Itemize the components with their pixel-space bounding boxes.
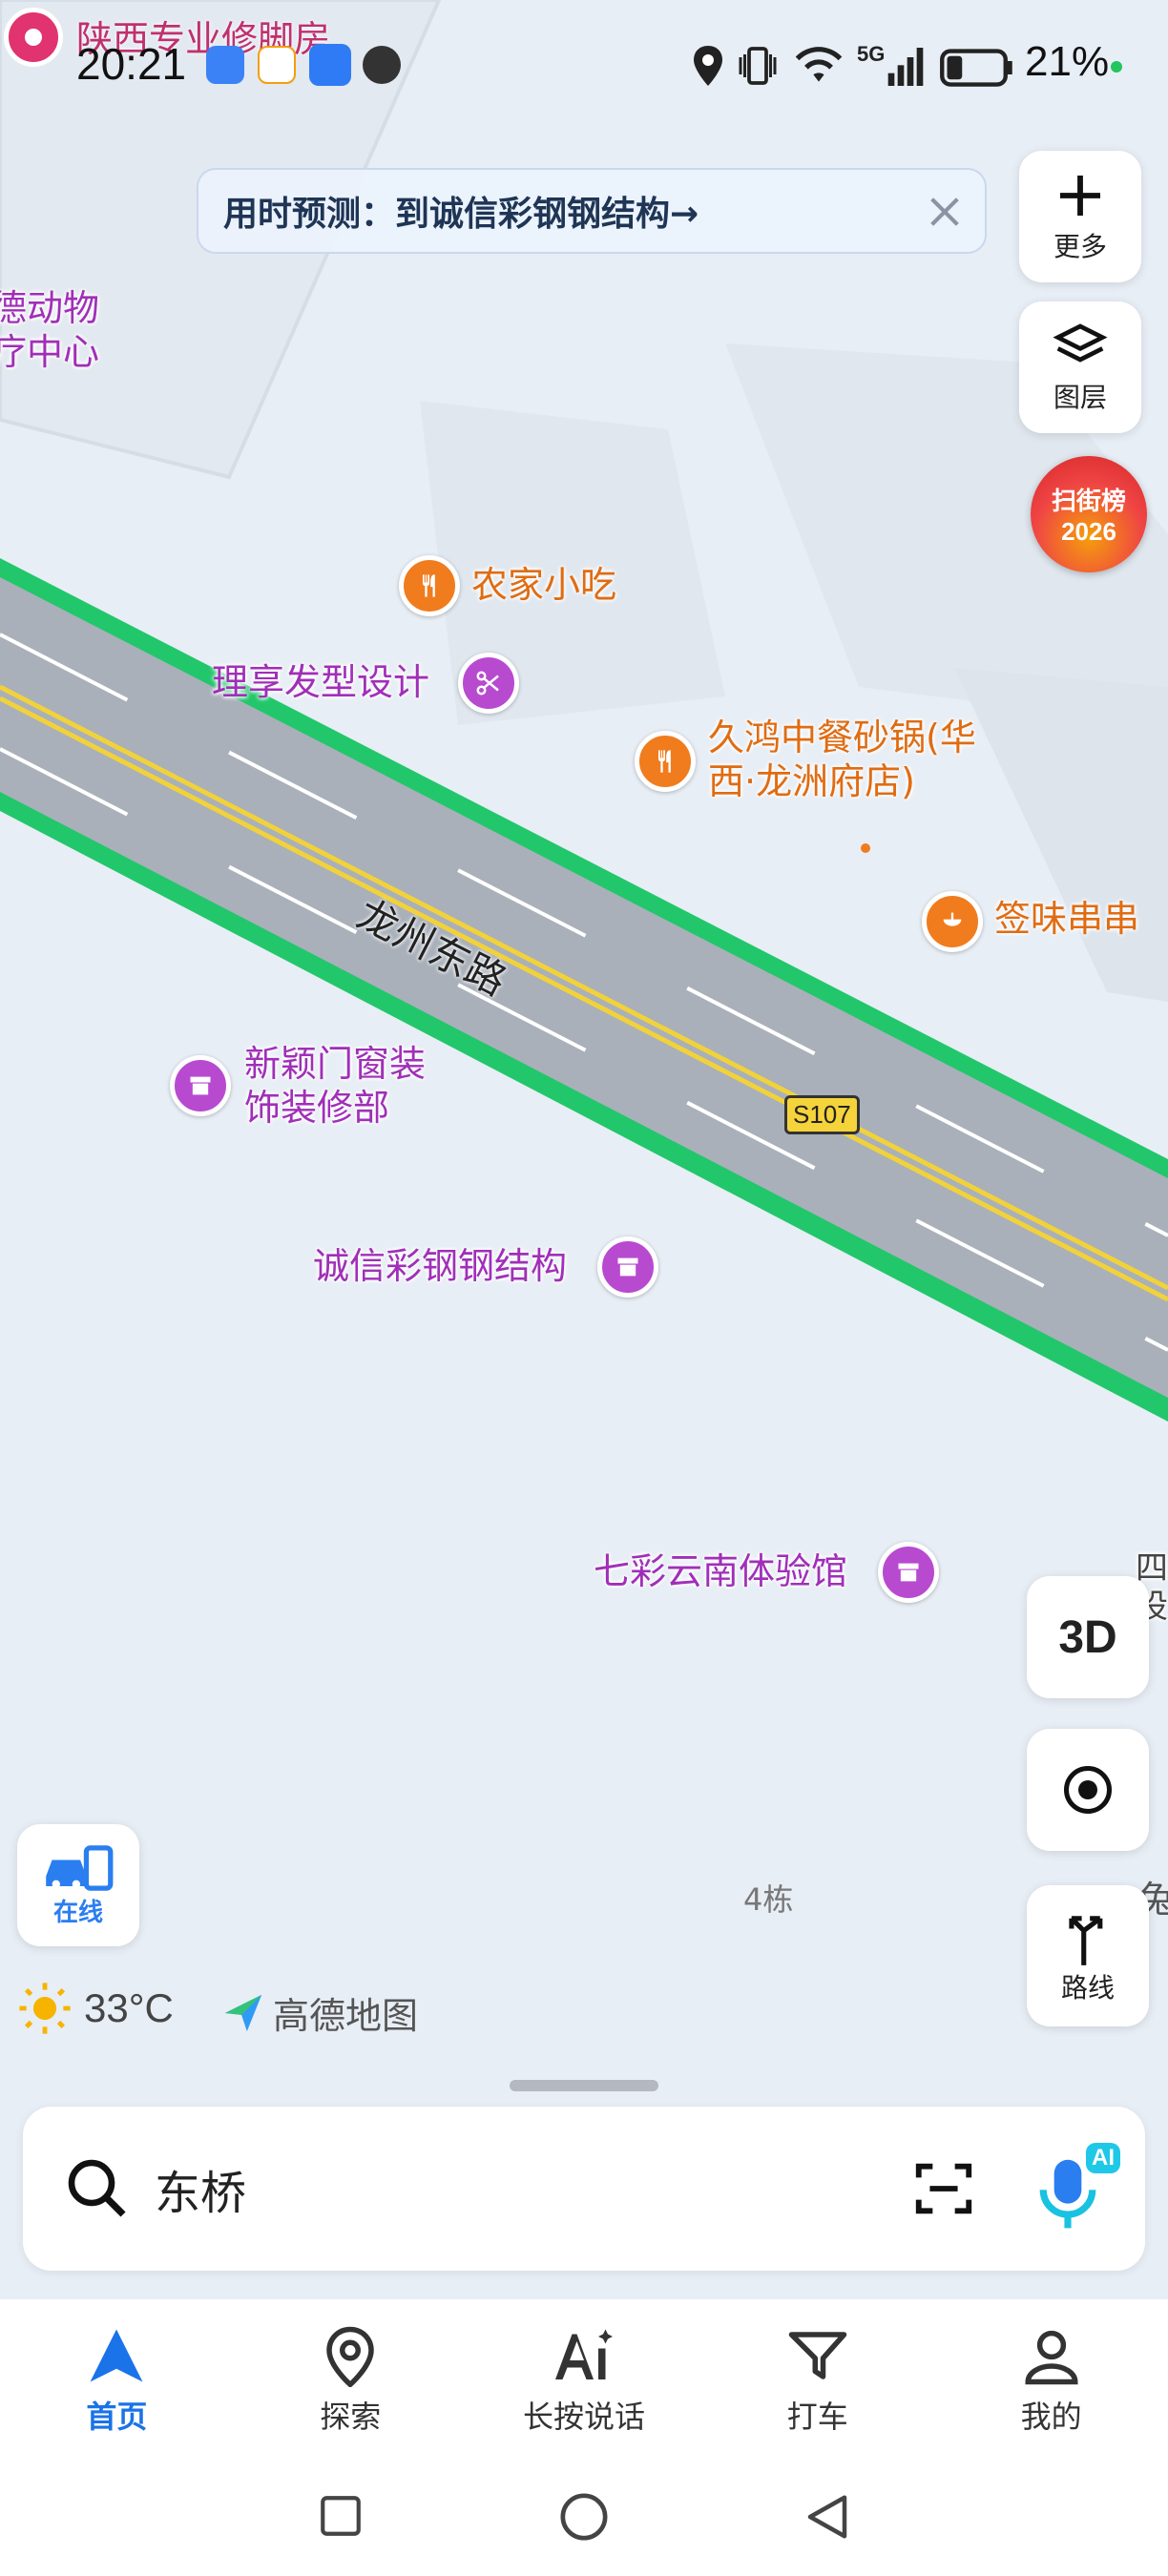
shop-icon[interactable] <box>597 1236 658 1298</box>
wifi-icon <box>795 47 843 82</box>
plus-icon <box>1060 176 1100 216</box>
status-time: 20:21 <box>76 39 187 89</box>
data-transfer-icon <box>363 46 401 84</box>
more-label: 更多 <box>1053 231 1107 262</box>
map-canvas[interactable]: 德动物 疗中心 龙州东路 S107 农家小吃 理享发型设计 久鸿中餐砂锅(华 西… <box>0 0 1168 2299</box>
ranking-year: 2026 <box>1061 517 1116 546</box>
sheet-drag-handle[interactable] <box>510 2080 658 2091</box>
route-prediction-text: 用时预测：到诚信彩钢钢结构→ <box>223 195 699 234</box>
building-label: 4栋 <box>743 1881 794 1918</box>
skewer-icon[interactable] <box>922 891 983 952</box>
status-dot <box>1111 61 1122 73</box>
tab-label: 首页 <box>86 2399 148 2435</box>
poi-label[interactable]: 七彩云南体验馆 <box>594 1549 847 1593</box>
taxi-flag-icon <box>788 2332 847 2379</box>
user-icon <box>1025 2330 1078 2385</box>
search-input[interactable]: 东桥 <box>155 2155 910 2222</box>
tab-label: 探索 <box>320 2399 382 2435</box>
street-ranking-button[interactable]: 扫街榜 2026 <box>1031 456 1147 572</box>
poi-label[interactable]: 久鸿中餐砂锅(华 西·龙洲府店) <box>708 716 976 803</box>
poi-label[interactable]: 诚信彩钢钢结构 <box>313 1244 567 1288</box>
network-type: 5G <box>857 42 886 66</box>
home-circle-icon[interactable] <box>557 2490 611 2544</box>
tab-profile[interactable]: 我的 <box>934 2299 1168 2462</box>
brand-logo: 高德地图 <box>221 1986 418 2039</box>
restaurant-icon[interactable] <box>635 731 696 792</box>
route-icon <box>1069 1916 1103 1965</box>
search-bar[interactable]: 东桥 AI <box>23 2107 1145 2271</box>
ai-voice-button[interactable]: AI <box>1034 2143 1120 2234</box>
temperature: 33°C <box>84 1985 174 2030</box>
3d-toggle-button[interactable]: 3D <box>1027 1576 1149 1698</box>
tab-taxi[interactable]: 打车 <box>700 2299 934 2462</box>
poi-label[interactable]: 新颖门窗装 饰装修部 <box>244 1042 426 1130</box>
battery-icon <box>940 49 1012 87</box>
poi-dot <box>861 843 870 853</box>
search-icon <box>68 2159 126 2217</box>
recent-apps-icon[interactable] <box>317 2492 365 2540</box>
system-nav-bar <box>0 2462 1168 2576</box>
online-car-button[interactable]: 在线 <box>17 1824 139 1946</box>
amap-logo-icon <box>224 1994 262 2031</box>
map-base <box>0 0 1168 1422</box>
app-notification-icon <box>258 46 296 84</box>
ai-badge: AI <box>1086 2143 1120 2173</box>
vibrate-icon <box>739 47 777 85</box>
signal-icon <box>887 48 924 86</box>
road-shield: S107 <box>784 1095 860 1134</box>
locate-icon <box>1064 1766 1112 1814</box>
layers-icon <box>1053 323 1108 363</box>
ranking-label: 扫街榜 <box>1051 488 1126 516</box>
route-prediction-banner[interactable]: 用时预测：到诚信彩钢钢结构→ <box>197 168 987 254</box>
scan-icon[interactable] <box>910 2155 977 2222</box>
ai-sparkle-icon <box>554 2329 613 2379</box>
sun-icon <box>19 1983 71 2034</box>
app-market-icon <box>309 44 351 86</box>
poi-label[interactable]: 农家小吃 <box>471 563 616 607</box>
tab-explore[interactable]: 探索 <box>234 2299 468 2462</box>
tab-label: 打车 <box>786 2399 848 2435</box>
layers-label: 图层 <box>1053 382 1107 413</box>
shop-icon[interactable] <box>170 1055 231 1116</box>
tab-voice[interactable]: 长按说话 <box>468 2299 701 2462</box>
battery-percent: 21% <box>1025 38 1110 85</box>
scissors-icon[interactable] <box>458 653 519 714</box>
back-icon[interactable] <box>802 2490 853 2544</box>
online-label: 在线 <box>52 1898 103 1927</box>
partial-poi-label[interactable]: 德动物 疗中心 <box>0 286 99 374</box>
car-phone-icon <box>46 1844 114 1891</box>
weather-widget[interactable]: 33°C <box>17 1981 174 2036</box>
location-pin-icon <box>4 8 63 67</box>
locate-me-button[interactable] <box>1027 1729 1149 1851</box>
layers-button[interactable]: 图层 <box>1019 301 1141 433</box>
route-label: 路线 <box>1060 1972 1115 2004</box>
tab-label: 长按说话 <box>522 2399 645 2435</box>
close-icon[interactable] <box>926 193 964 231</box>
app-notification-icon <box>206 46 244 84</box>
brand-name: 高德地图 <box>273 1995 419 2037</box>
more-button[interactable]: 更多 <box>1019 151 1141 282</box>
3d-label: 3D <box>1058 1611 1117 1663</box>
poi-label[interactable]: 签味串串 <box>994 897 1139 941</box>
tab-home[interactable]: 首页 <box>0 2299 234 2462</box>
route-button[interactable]: 路线 <box>1027 1885 1149 2026</box>
tab-label: 我的 <box>1020 2399 1082 2435</box>
status-bar: 陕西专业修脚房 20:21 5G 21% <box>0 0 1168 134</box>
location-icon <box>694 46 722 86</box>
bottom-tab-bar: 首页 探索 长按说话 打车 我的 <box>0 2299 1168 2462</box>
poi-label[interactable]: 理享发型设计 <box>212 660 429 704</box>
navigation-arrow-icon <box>90 2329 143 2382</box>
shop-icon[interactable] <box>878 1542 939 1603</box>
restaurant-icon[interactable] <box>399 555 460 616</box>
location-pin-icon <box>326 2326 374 2387</box>
